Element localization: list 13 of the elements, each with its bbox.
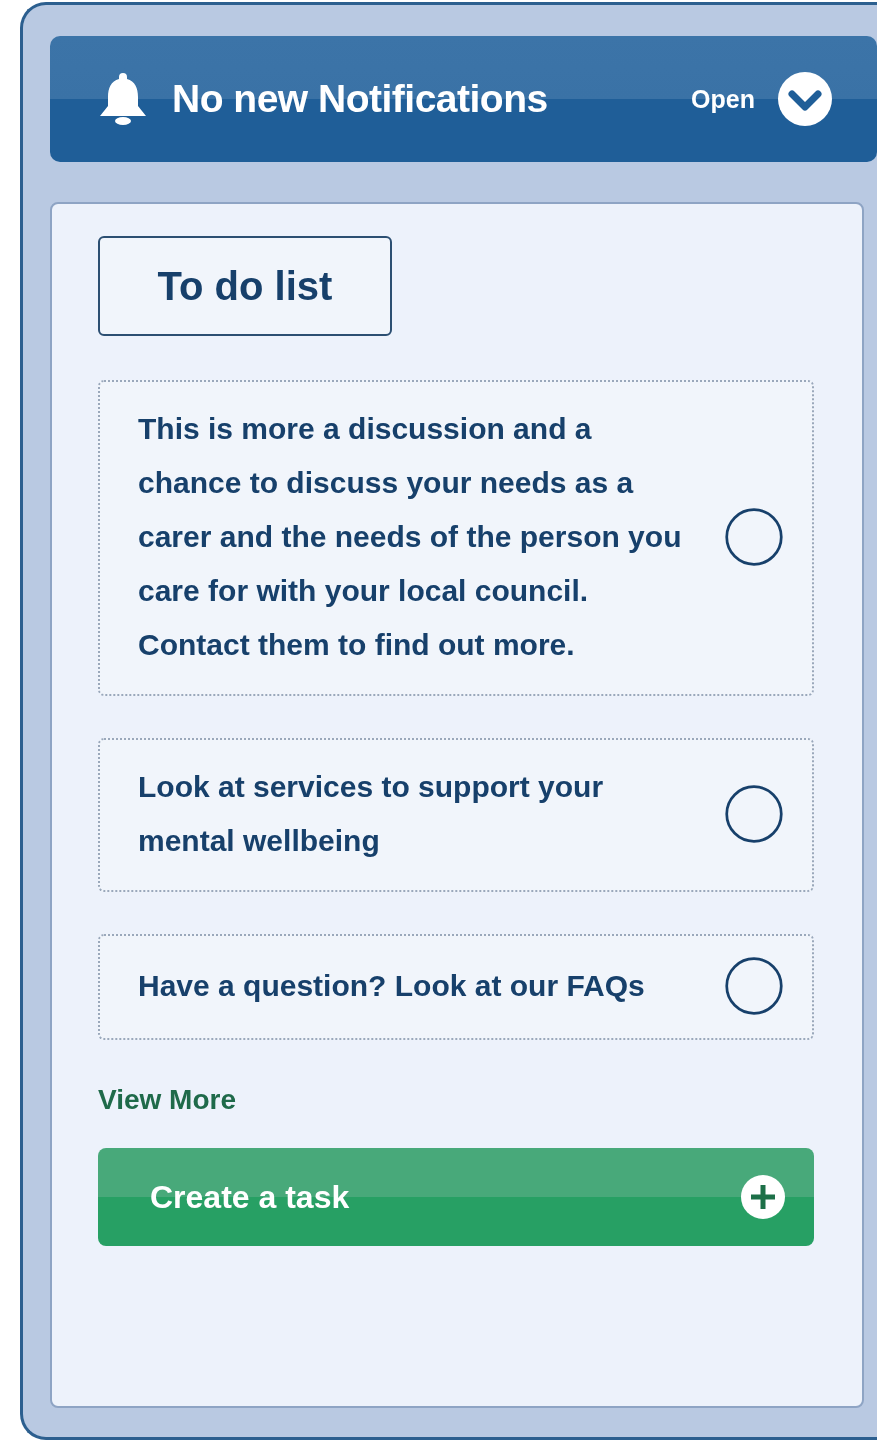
- todo-tab[interactable]: To do list: [98, 236, 392, 336]
- plus-icon: [740, 1174, 786, 1220]
- task-text: Have a question? Look at our FAQs: [138, 968, 646, 1004]
- view-more-link[interactable]: View More: [98, 1084, 236, 1116]
- notifications-title: No new Notifications: [172, 77, 548, 121]
- bell-icon: [98, 71, 148, 127]
- task-checkbox[interactable]: [724, 956, 784, 1016]
- task-checkbox[interactable]: [724, 784, 784, 844]
- task-text: Look at services to support your mental wellbeing: [138, 769, 605, 859]
- task-text: This is more a discussion and a chance to discuss your needs as a carer and the needs of the person you care for with your local council. Contact them to find out more.: [138, 411, 683, 663]
- task-checkbox[interactable]: [724, 507, 784, 567]
- chevron-icon: [777, 71, 833, 127]
- open-toggle[interactable]: Open: [691, 71, 833, 127]
